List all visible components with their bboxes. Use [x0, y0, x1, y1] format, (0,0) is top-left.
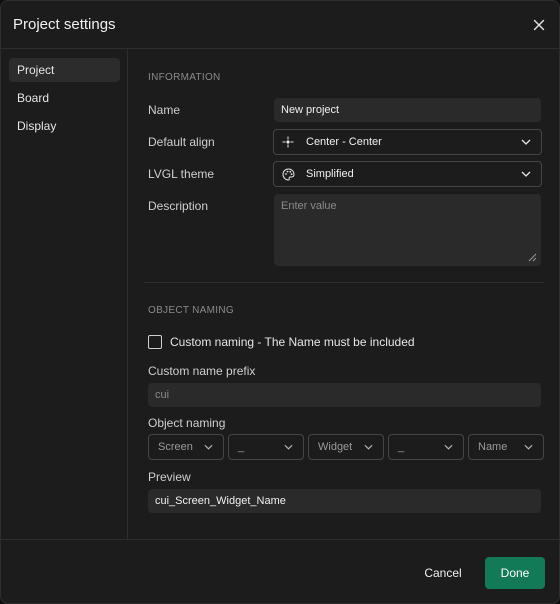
naming-segment-screen[interactable]: Screen [148, 434, 224, 460]
custom-name-prefix-label: Custom name prefix [148, 364, 256, 378]
naming-segment-separator-1[interactable]: _ [228, 434, 304, 460]
sidebar-item-board[interactable]: Board [9, 86, 120, 110]
name-label: Name [148, 103, 181, 117]
lvgl-theme-label: LVGL theme [148, 167, 215, 181]
custom-name-prefix-input[interactable]: cui [148, 383, 541, 407]
chevron-down-icon [521, 169, 531, 179]
custom-naming-label: Custom naming - The Name must be include… [170, 335, 415, 349]
close-icon [533, 19, 545, 31]
default-align-label: Default align [148, 135, 215, 149]
sidebar-item-display[interactable]: Display [9, 114, 120, 138]
custom-naming-checkbox[interactable] [148, 335, 162, 349]
object-naming-segments: Screen _ Widget _ Name [148, 434, 544, 460]
description-label: Description [148, 199, 209, 213]
settings-content: INFORMATION Name New project Default ali… [129, 49, 559, 539]
settings-sidebar: Project Board Display [1, 49, 128, 539]
default-align-select[interactable]: Center - Center [273, 129, 542, 155]
project-settings-dialog: Project settings Project Board Display I… [0, 0, 560, 604]
custom-naming-checkbox-row[interactable]: Custom naming - The Name must be include… [148, 335, 415, 349]
description-textarea[interactable]: Enter value [274, 194, 541, 266]
lvgl-theme-select[interactable]: Simplified [273, 161, 542, 187]
cancel-button[interactable]: Cancel [412, 558, 474, 588]
resize-handle-icon[interactable] [528, 253, 537, 262]
naming-segment-separator-2[interactable]: _ [388, 434, 464, 460]
name-input[interactable]: New project [274, 98, 541, 122]
close-button[interactable] [529, 15, 549, 35]
chevron-down-icon [204, 444, 213, 450]
default-align-value: Center - Center [306, 136, 382, 148]
chevron-down-icon [524, 444, 533, 450]
chevron-down-icon [284, 444, 293, 450]
naming-segment-name[interactable]: Name [468, 434, 544, 460]
crosshair-icon [281, 135, 295, 149]
preview-label: Preview [148, 470, 191, 484]
chevron-down-icon [521, 137, 531, 147]
naming-segment-widget[interactable]: Widget [308, 434, 384, 460]
lvgl-theme-value: Simplified [306, 168, 354, 180]
sidebar-item-project[interactable]: Project [9, 58, 120, 82]
chevron-down-icon [444, 444, 453, 450]
object-naming-section-title: OBJECT NAMING [148, 305, 234, 316]
description-placeholder: Enter value [281, 200, 337, 212]
done-button[interactable]: Done [485, 557, 545, 589]
object-naming-label: Object naming [148, 416, 226, 430]
chevron-down-icon [364, 444, 373, 450]
dialog-header: Project settings [1, 1, 559, 49]
palette-icon [281, 167, 295, 181]
preview-field: cui_Screen_Widget_Name [148, 489, 541, 513]
section-divider [144, 282, 544, 283]
dialog-title: Project settings [13, 16, 116, 33]
information-section-title: INFORMATION [148, 72, 221, 83]
dialog-footer: Cancel Done [1, 539, 559, 603]
